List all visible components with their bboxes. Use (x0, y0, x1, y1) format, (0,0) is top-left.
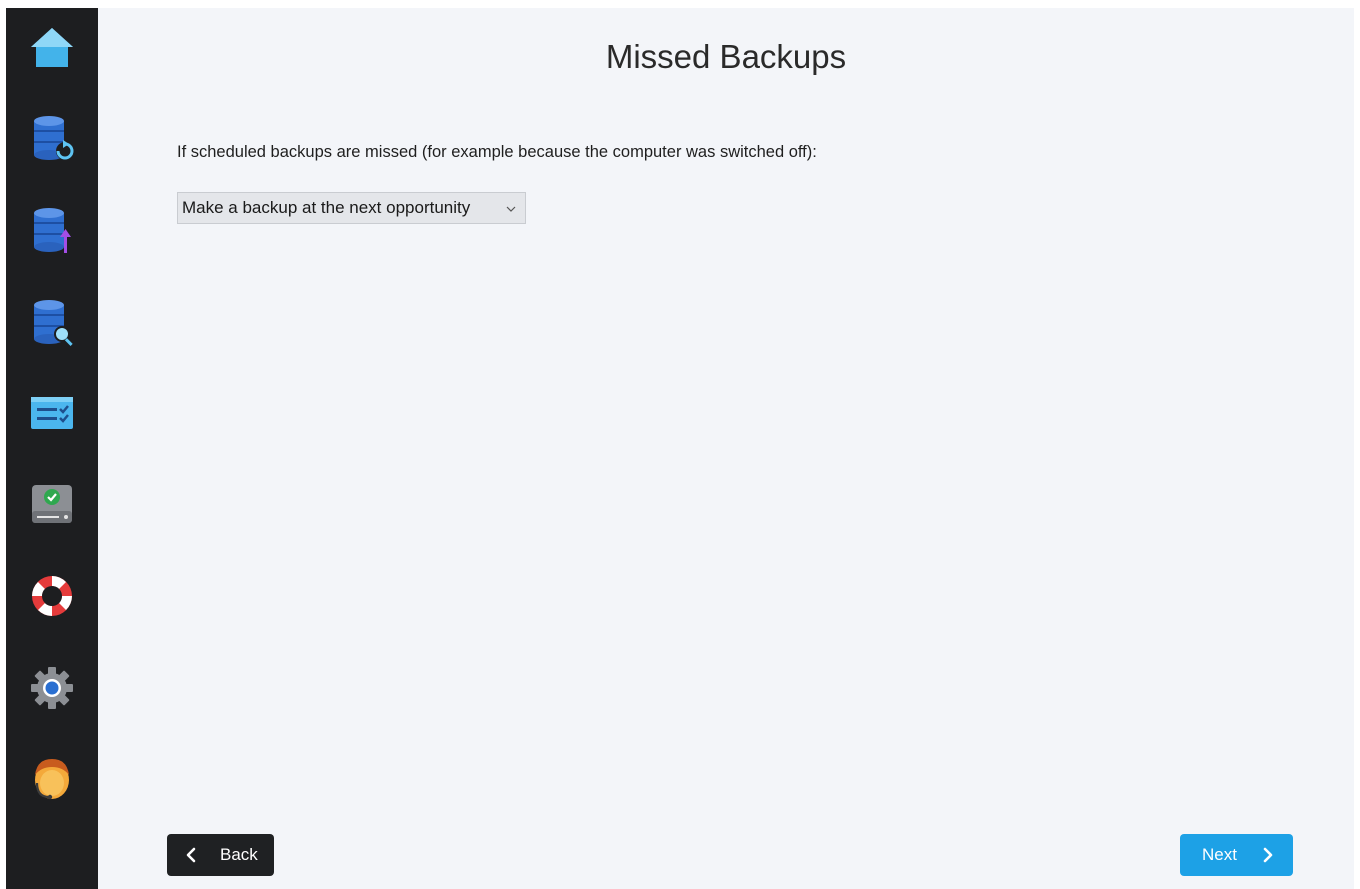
app-window: Missed Backups If scheduled backups are … (6, 8, 1354, 889)
chevron-down-icon (505, 202, 517, 214)
back-button[interactable]: Back (167, 834, 274, 876)
drive-check-icon (29, 481, 75, 527)
sidebar-item-home[interactable] (22, 18, 82, 78)
database-upload-icon (29, 205, 75, 255)
missed-backups-description: If scheduled backups are missed (for exa… (177, 143, 817, 161)
support-agent-icon (29, 753, 75, 803)
chevron-left-icon (185, 847, 197, 868)
missed-backup-action-select[interactable]: Make a backup at the next opportunity (177, 192, 526, 224)
next-button-label: Next (1202, 845, 1237, 864)
sidebar-item-backup[interactable] (22, 108, 82, 168)
database-refresh-icon (29, 113, 75, 163)
sidebar-item-settings[interactable] (22, 658, 82, 718)
database-search-icon (29, 297, 75, 347)
chevron-right-icon (1262, 847, 1274, 868)
home-icon (29, 25, 75, 71)
task-list-icon (29, 393, 75, 433)
sidebar-item-restore[interactable] (22, 200, 82, 260)
sidebar-item-help[interactable] (22, 566, 82, 626)
sidebar-item-support[interactable] (22, 748, 82, 808)
lifebuoy-icon (28, 572, 76, 620)
sidebar-item-tasks[interactable] (22, 383, 82, 443)
sidebar-item-explore[interactable] (22, 292, 82, 352)
gear-icon (29, 665, 75, 711)
next-button[interactable]: Next (1180, 834, 1293, 876)
sidebar (6, 8, 98, 889)
missed-backup-action-value: Make a backup at the next opportunity (182, 198, 471, 217)
sidebar-item-drive[interactable] (22, 474, 82, 534)
back-button-label: Back (220, 845, 258, 864)
page-title: Missed Backups (605, 38, 847, 75)
main-content: Missed Backups If scheduled backups are … (98, 8, 1354, 889)
